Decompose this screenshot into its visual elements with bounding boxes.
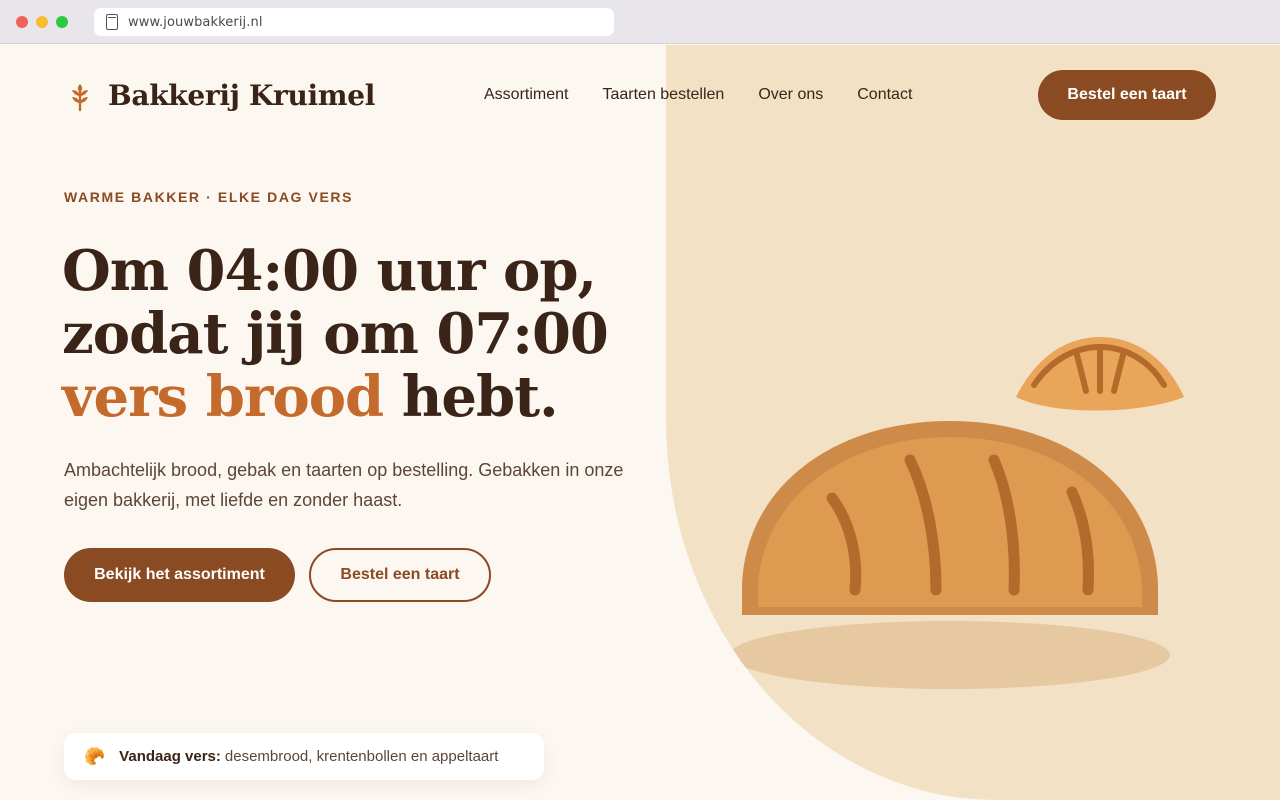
view-assortment-button[interactable]: Bekijk het assortiment xyxy=(64,548,295,602)
nav-item-assortiment[interactable]: Assortiment xyxy=(484,86,568,104)
hero-eyebrow: WARME BAKKER · ELKE DAG VERS xyxy=(64,189,354,205)
minimize-window-button[interactable] xyxy=(36,16,48,28)
wheat-icon xyxy=(72,84,88,112)
hero-headline: Om 04:00 uur op, zodat jij om 07:00 vers… xyxy=(62,240,662,429)
nav-item-over-ons[interactable]: Over ons xyxy=(758,86,823,104)
headline-line-1: Om 04:00 uur op, xyxy=(62,238,597,304)
order-cake-button[interactable]: Bestel een taart xyxy=(309,548,491,602)
nav-item-contact[interactable]: Contact xyxy=(857,86,912,104)
today-text: desembrood, krentenbollen en appeltaart xyxy=(224,748,499,765)
hero-lead: Ambachtelijk brood, gebak en taarten op … xyxy=(64,460,624,510)
logo-text: Bakkerij Kruimel xyxy=(108,78,376,112)
header-order-cake-button[interactable]: Bestel een taart xyxy=(1038,70,1216,120)
address-bar[interactable]: www.jouwbakkerij.nl xyxy=(94,8,614,36)
main-nav: Assortiment Taarten bestellen Over ons C… xyxy=(484,86,946,104)
today-label: Vandaag vers: xyxy=(119,748,221,765)
nav-item-taarten-bestellen[interactable]: Taarten bestellen xyxy=(602,86,724,104)
bread-shadow xyxy=(730,621,1170,689)
headline-line-2: zodat jij om 07:00 xyxy=(62,301,609,367)
headline-end: hebt. xyxy=(383,364,559,430)
headline-accent: vers brood xyxy=(62,364,384,430)
today-fresh-banner: 🥐 Vandaag vers: desembrood, krentenbolle… xyxy=(64,733,544,780)
maximize-window-button[interactable] xyxy=(56,16,68,28)
browser-toolbar: www.jouwbakkerij.nl xyxy=(0,0,1280,44)
croissant-icon: 🥐 xyxy=(84,746,106,766)
hero-illustration-panel xyxy=(666,45,1280,800)
page-icon xyxy=(106,14,118,30)
url-text: www.jouwbakkerij.nl xyxy=(128,14,263,30)
bread-illustration xyxy=(730,337,1184,689)
site-logo[interactable]: Bakkerij Kruimel xyxy=(66,78,375,112)
close-window-button[interactable] xyxy=(16,16,28,28)
